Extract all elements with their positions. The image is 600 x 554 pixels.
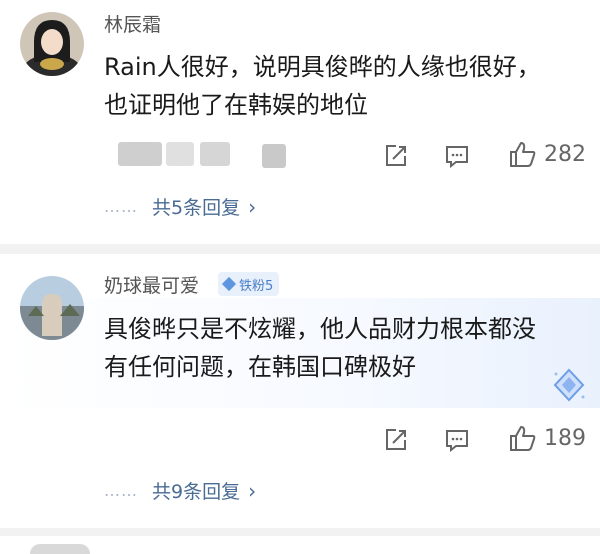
share-icon (386, 145, 406, 166)
avatar[interactable] (20, 276, 84, 340)
mosaic-block (166, 142, 194, 166)
comment-button[interactable] (444, 143, 470, 169)
ellipsis-icon: …… (104, 197, 138, 216)
comment-text-line: 有任何问题，在韩国口碑极好 (104, 353, 416, 381)
diamond-sticker-icon (550, 366, 588, 404)
chevron-right-icon: › (248, 478, 257, 503)
share-icon (386, 429, 406, 450)
thumbs-up-icon (510, 142, 536, 167)
comment-text: Rain人很好，说明具俊晔的人缘也很好， 也证明他了在韩娱的地位 (104, 48, 541, 124)
view-replies-link[interactable]: …… 共5条回复 › (104, 193, 256, 220)
comment-text: 具俊晔只是不炫耀，他人品财力根本都没 有任何问题，在韩国口碑极好 (104, 310, 536, 386)
replies-label: 共5条回复 (152, 197, 241, 219)
avatar[interactable] (20, 12, 84, 76)
share-button[interactable] (383, 143, 409, 169)
view-replies-link[interactable]: …… 共9条回复 › (104, 477, 256, 504)
replies-label: 共9条回复 (152, 481, 241, 503)
share-button[interactable] (383, 427, 409, 453)
like-button[interactable]: 189 (508, 423, 586, 453)
comment-icon (446, 430, 468, 453)
username[interactable]: 奶球最可爱 (104, 271, 199, 298)
comment-button[interactable] (444, 427, 470, 453)
mosaic-block (200, 142, 230, 166)
comment-text-line: 也证明他了在韩娱的地位 (104, 91, 368, 119)
fan-badge[interactable]: 铁粉5 (218, 272, 280, 296)
comment-text-line: 具俊晔只是不炫耀，他人品财力根本都没 (104, 315, 536, 343)
divider (0, 528, 600, 536)
comment-icon (446, 146, 468, 169)
like-count: 189 (544, 425, 586, 451)
comment-text-line: Rain人很好，说明具俊晔的人缘也很好， (104, 53, 541, 81)
divider (0, 244, 600, 254)
next-comment-peek (30, 544, 90, 554)
mosaic-block (262, 144, 286, 168)
badge-label: 铁粉5 (239, 278, 274, 294)
like-count: 282 (544, 141, 586, 167)
username[interactable]: 林辰霜 (104, 10, 161, 37)
chevron-right-icon: › (248, 194, 257, 219)
like-button[interactable]: 282 (508, 139, 586, 169)
diamond-icon (221, 276, 237, 292)
thumbs-up-icon (510, 426, 536, 451)
mosaic-block (118, 142, 162, 166)
ellipsis-icon: …… (104, 481, 138, 500)
